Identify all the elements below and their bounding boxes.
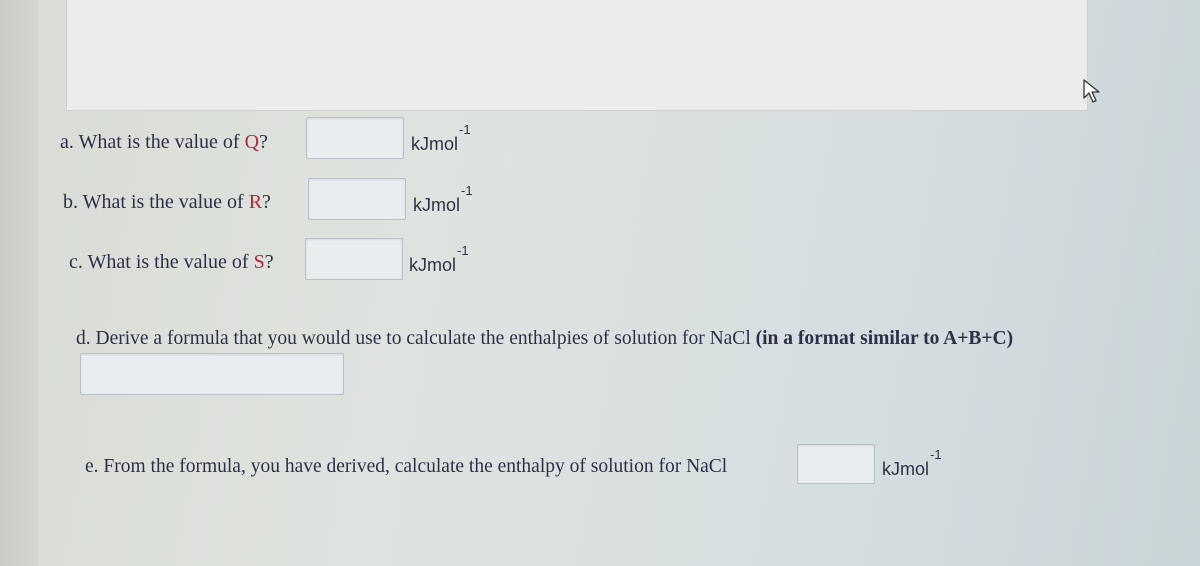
q-unit-exponent: -1 (459, 122, 471, 137)
question-b-suffix: ? (262, 191, 271, 213)
enthalpy-unit-label: kJmol-1 (882, 447, 942, 480)
question-c-suffix: ? (264, 251, 274, 273)
s-unit-exponent: -1 (457, 243, 469, 258)
question-e-label: e. From the formula, you have derived, c… (85, 456, 727, 478)
question-b-label: b. What is the value of R? (63, 191, 271, 214)
enthalpy-input[interactable] (797, 444, 875, 484)
question-a-suffix: ? (259, 131, 268, 153)
question-d-label: d. Derive a formula that you would use t… (76, 328, 1013, 350)
question-d-format-hint: (in a format similar to A+B+C) (755, 328, 1014, 349)
q-unit-label: kJmol-1 (411, 122, 471, 155)
s-value-input[interactable] (305, 238, 403, 280)
question-b-prefix: b. What is the value of (63, 191, 249, 213)
enthalpy-unit-base: kJmol (882, 459, 930, 479)
question-e-text: e. From the formula, you have derived, c… (85, 456, 728, 477)
question-a-prefix: a. What is the value of (60, 131, 245, 153)
enthalpy-unit-exponent: -1 (930, 447, 942, 462)
r-unit-exponent: -1 (461, 183, 473, 198)
question-a-variable: Q (244, 131, 260, 153)
q-value-input[interactable] (306, 117, 404, 159)
question-b-variable: R (248, 191, 263, 213)
left-margin-strip (0, 0, 38, 566)
r-unit-base: kJmol (413, 195, 461, 215)
s-unit-base: kJmol (409, 255, 457, 275)
formula-input[interactable] (80, 353, 344, 395)
cursor-arrow-icon (1083, 79, 1100, 103)
question-d-text: d. Derive a formula that you would use t… (76, 328, 756, 349)
s-unit-label: kJmol-1 (409, 243, 469, 276)
question-c-label: c. What is the value of S? (69, 251, 274, 274)
previous-question-panel (66, 0, 1088, 111)
q-unit-base: kJmol (411, 134, 459, 154)
r-value-input[interactable] (308, 178, 406, 220)
r-unit-label: kJmol-1 (413, 183, 473, 216)
question-c-variable: S (253, 251, 265, 273)
question-c-prefix: c. What is the value of (69, 251, 254, 273)
question-a-label: a. What is the value of Q? (60, 131, 268, 154)
